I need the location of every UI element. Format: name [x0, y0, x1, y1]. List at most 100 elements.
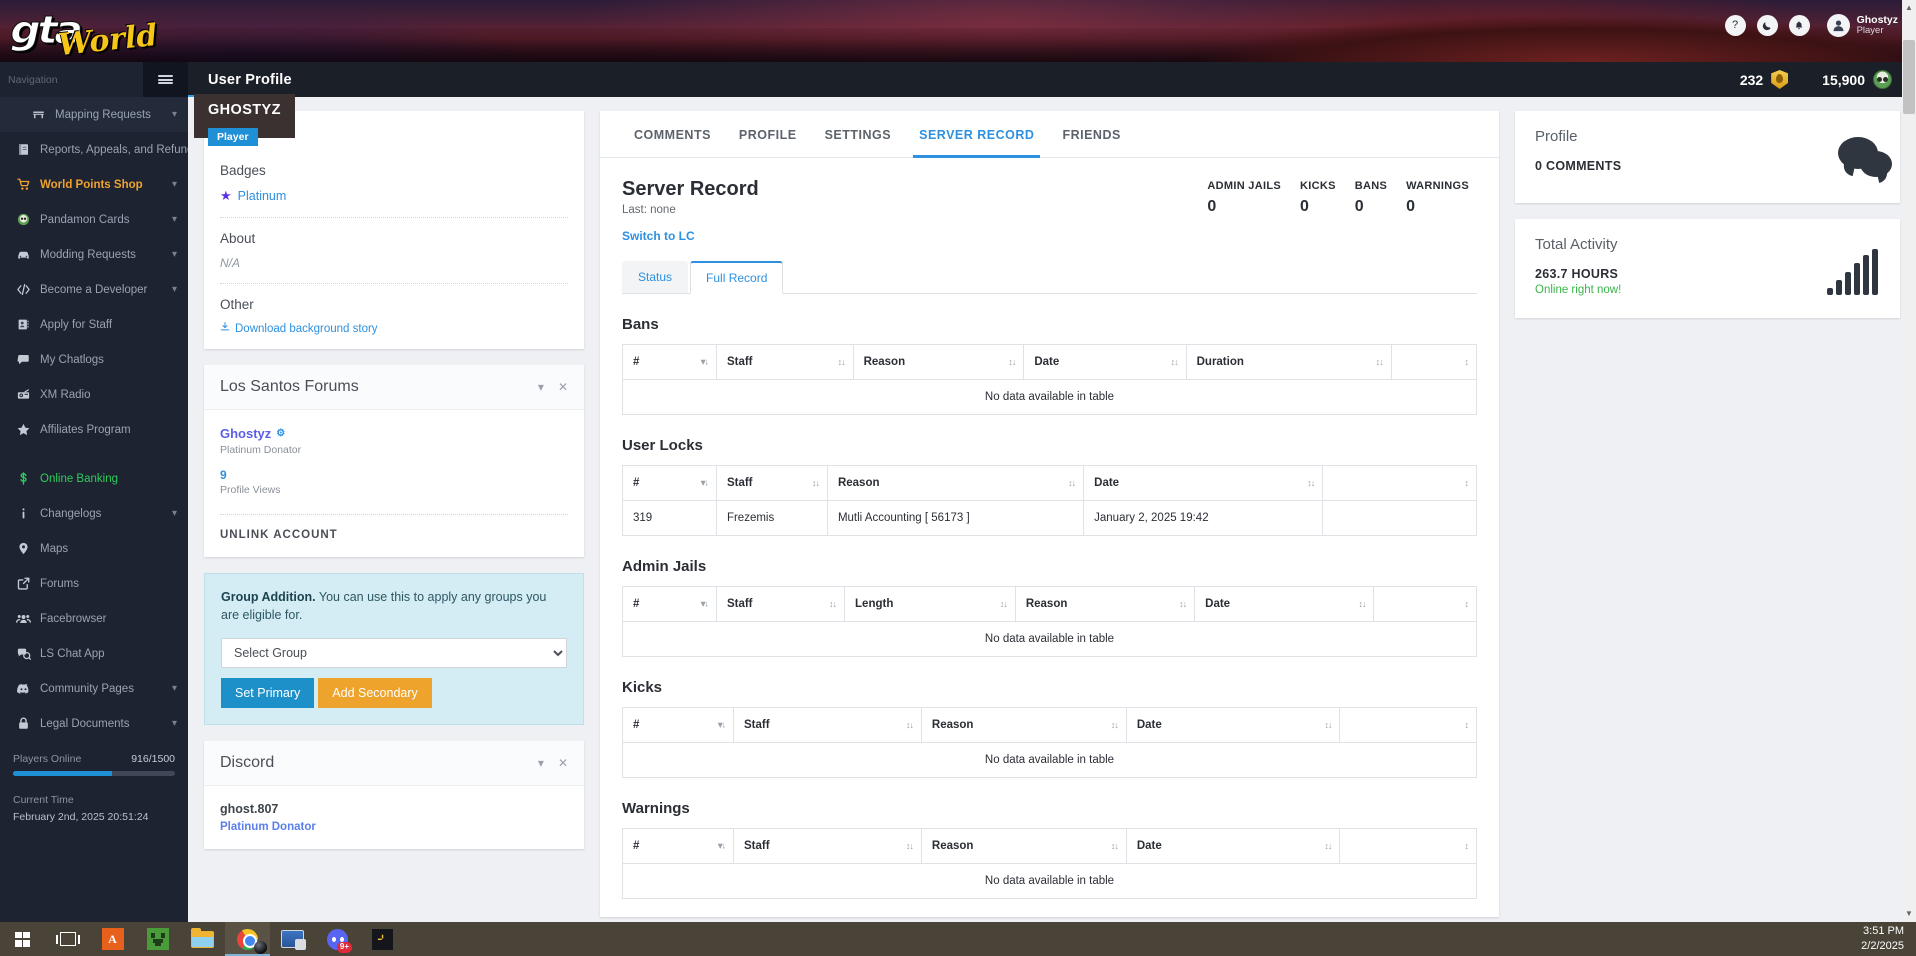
taskbar-app-remote-desktop[interactable]	[270, 922, 315, 956]
column-header[interactable]: ↕	[1339, 707, 1477, 743]
column-header[interactable]: ↕	[1322, 465, 1477, 501]
scroll-down-arrow[interactable]: ▼	[1902, 906, 1916, 922]
stat-key: BANS	[1354, 180, 1388, 192]
column-header[interactable]: Reason ↕↓	[827, 465, 1085, 501]
sidebar-item-reports-appeals-and-refunds[interactable]: Reports, Appeals, and Refunds▾	[0, 132, 188, 167]
column-header[interactable]: Reason ↕↓	[853, 344, 1025, 380]
column-header[interactable]: # ▾↓	[622, 586, 717, 622]
tab-profile[interactable]: PROFILE	[725, 111, 811, 157]
collapse-icon[interactable]: ▾	[538, 380, 544, 394]
column-header[interactable]: # ▾↓	[622, 707, 735, 743]
column-header[interactable]: Duration ↕↓	[1186, 344, 1392, 380]
discord-icon	[16, 684, 28, 694]
start-button[interactable]	[0, 922, 45, 956]
column-header[interactable]: Date ↕↓	[1126, 707, 1341, 743]
tab-settings[interactable]: SETTINGS	[811, 111, 906, 157]
taskbar-app-file-explorer[interactable]	[180, 922, 225, 956]
sidebar-item-facebrowser[interactable]: Facebrowser	[0, 601, 188, 636]
sidebar-item-xm-radio[interactable]: XM Radio	[0, 377, 188, 412]
sidebar-item-mapping-requests[interactable]: Mapping Requests ▾	[0, 97, 188, 132]
sidebar-heading: Navigation	[0, 62, 188, 97]
column-header[interactable]: ↕	[1339, 828, 1477, 864]
sidebar-item-community-pages[interactable]: Community Pages ▾	[0, 671, 188, 706]
column-header[interactable]: # ▾↓	[622, 344, 717, 380]
set-primary-button[interactable]: Set Primary	[221, 678, 315, 709]
unlink-account-button[interactable]: UNLINK ACCOUNT	[220, 529, 568, 541]
column-header[interactable]: Date ↕↓	[1194, 586, 1375, 622]
sidebar-item-pandamon-cards[interactable]: Pandamon Cards ▾	[0, 202, 188, 237]
column-header[interactable]: Staff ↕↓	[716, 344, 854, 380]
task-view-button[interactable]	[45, 922, 90, 956]
sidebar-item-my-chatlogs[interactable]: My Chatlogs	[0, 342, 188, 377]
panda-points[interactable]: 15,900	[1822, 70, 1892, 89]
users-icon	[13, 611, 33, 626]
close-icon[interactable]: ✕	[558, 756, 568, 770]
column-header[interactable]: Length ↕↓	[844, 586, 1016, 622]
sidebar-item-ls-chat-app[interactable]: LS Chat App	[0, 636, 188, 671]
column-header[interactable]: Reason ↕↓	[1015, 586, 1196, 622]
switch-to-lc-link[interactable]: Switch to LC	[622, 229, 1477, 243]
taskbar-app-minecraft[interactable]	[135, 922, 180, 956]
sidebar-item-become-a-developer[interactable]: Become a Developer ▾	[0, 272, 188, 307]
column-header[interactable]: Staff ↕↓	[716, 586, 846, 622]
taskbar-app-r[interactable]: ⌏	[360, 922, 405, 956]
subtab-status[interactable]: Status	[622, 261, 689, 293]
select-group-dropdown[interactable]: Select Group	[221, 638, 567, 669]
badge-platinum[interactable]: ★ Platinum	[220, 188, 568, 204]
world-points[interactable]: 232	[1740, 70, 1789, 89]
column-header[interactable]: ↕	[1391, 344, 1478, 380]
taskbar-app-chrome[interactable]	[225, 922, 270, 956]
sidebar-toggle-button[interactable]	[143, 62, 188, 97]
column-header[interactable]: Date ↕↓	[1126, 828, 1341, 864]
subtab-full-record[interactable]: Full Record	[690, 261, 784, 294]
download-background-story-link[interactable]: Download background story	[220, 322, 568, 335]
sidebar-item-maps[interactable]: Maps	[0, 531, 188, 566]
sidebar-item-world-points-shop[interactable]: World Points Shop ▾	[0, 167, 188, 202]
column-header[interactable]: Staff ↕↓	[716, 465, 828, 501]
comments-icon	[1838, 137, 1892, 177]
column-header[interactable]: Date ↕↓	[1083, 465, 1324, 501]
sidebar-item-forums[interactable]: Forums	[0, 566, 188, 601]
column-header[interactable]: Staff ↕↓	[733, 828, 922, 864]
close-icon[interactable]: ✕	[558, 380, 568, 394]
sidebar-item-label: Legal Documents	[40, 717, 130, 730]
badges-heading: Badges	[220, 163, 266, 178]
user-menu[interactable]: Ghostyz Player	[1826, 14, 1898, 37]
sidebar-item-legal-documents[interactable]: Legal Documents ▾	[0, 706, 188, 741]
sidebar-item-modding-requests[interactable]: Modding Requests ▾	[0, 237, 188, 272]
task-view-icon	[55, 932, 80, 946]
column-header[interactable]: # ▾↓	[622, 465, 717, 501]
sort-icon: ↕↓	[829, 599, 837, 609]
column-header[interactable]: Staff ↕↓	[733, 707, 922, 743]
column-header[interactable]: ↕	[1373, 586, 1477, 622]
tab-comments[interactable]: COMMENTS	[620, 111, 725, 157]
taskbar-app-a[interactable]: A	[90, 922, 135, 956]
forums-username-row[interactable]: Ghostyz ⚙	[220, 426, 568, 441]
column-header[interactable]: # ▾↓	[622, 828, 735, 864]
site-logo[interactable]: gta World	[10, 4, 212, 63]
sidebar-item-changelogs[interactable]: Changelogs ▾	[0, 496, 188, 531]
page-scrollbar[interactable]: ▲ ▼	[1902, 0, 1916, 922]
column-header[interactable]: Reason ↕↓	[921, 828, 1127, 864]
profile-tabs: COMMENTS PROFILE SETTINGS SERVER RECORD FRIE…	[600, 111, 1499, 158]
sidebar-item-online-banking[interactable]: Online Banking	[0, 461, 188, 496]
column-header[interactable]: Date ↕↓	[1023, 344, 1187, 380]
notifications-icon[interactable]	[1788, 15, 1810, 36]
dark-mode-icon[interactable]	[1756, 15, 1778, 36]
column-header[interactable]: Reason ↕↓	[921, 707, 1127, 743]
collapse-icon[interactable]: ▾	[538, 756, 544, 770]
add-secondary-button[interactable]: Add Secondary	[318, 678, 432, 709]
table-row[interactable]: 319 Frezemis Mutli Accounting [ 56173 ] Jan…	[622, 500, 1477, 536]
tab-server-record[interactable]: SERVER RECORD	[905, 111, 1048, 158]
tab-friends[interactable]: FRIENDS	[1048, 111, 1134, 157]
scrollbar-thumb[interactable]	[1903, 40, 1915, 114]
scroll-up-arrow[interactable]: ▲	[1902, 0, 1916, 16]
record-tables: Bans # ▾↓ Staff ↕↓ Reason ↕↓ Date ↕↓ Duration ↕↓ ↕ N…	[600, 316, 1499, 899]
external-link-icon	[13, 576, 33, 591]
sidebar-item-apply-for-staff[interactable]: Apply for Staff	[0, 307, 188, 342]
data-table: # ▾↓ Staff ↕↓ Length ↕↓ Reason ↕↓ Date ↕↓ ↕ No data…	[622, 586, 1477, 657]
taskbar-app-discord[interactable]: 9+	[315, 922, 360, 956]
help-icon[interactable]: ?	[1724, 15, 1746, 36]
taskbar-clock[interactable]: 3:51 PM 2/2/2025	[1861, 922, 1908, 956]
sidebar-item-affiliates-program[interactable]: Affiliates Program	[0, 412, 188, 447]
